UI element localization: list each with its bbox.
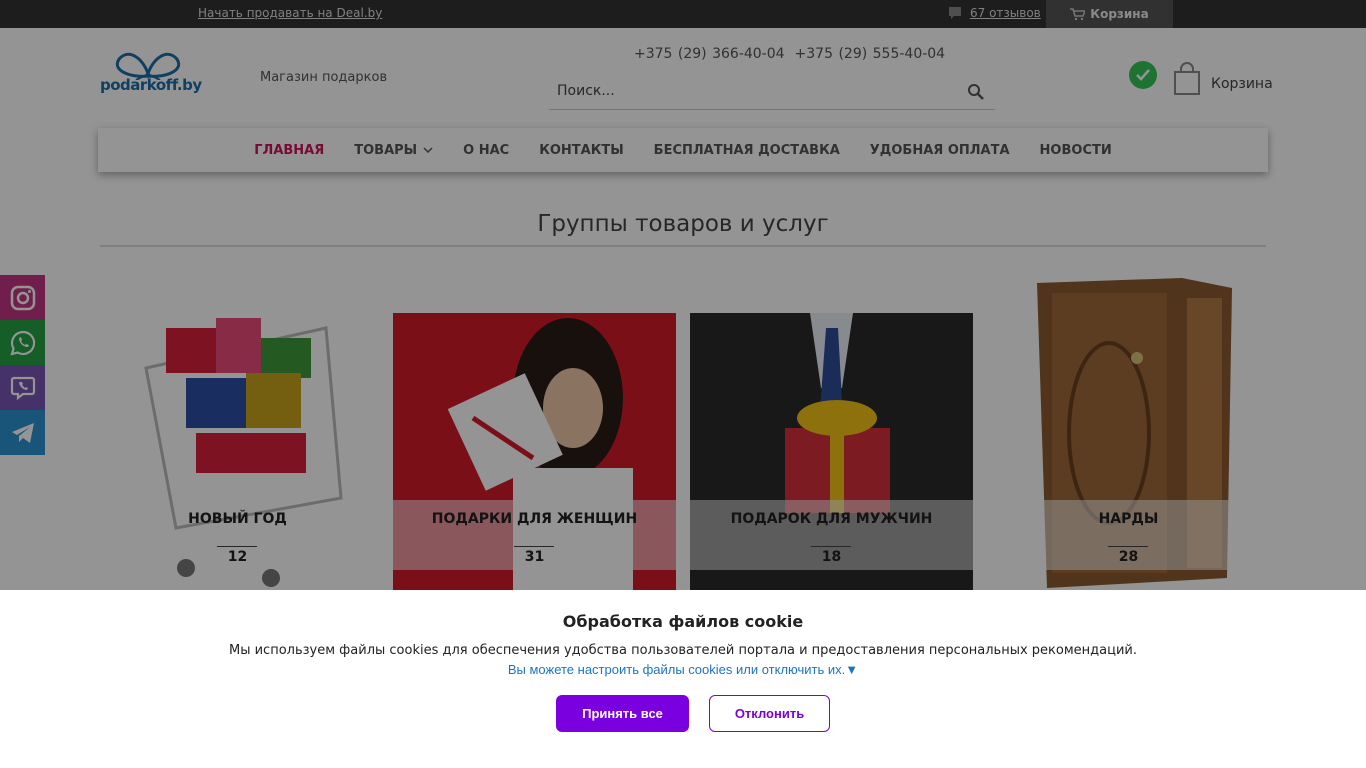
logo-text: podarkoff.by [100,76,202,94]
nav-item-label: Бесплатная доставка [653,142,840,158]
category-separator [1108,546,1148,547]
accept-all-button[interactable]: Принять все [556,695,689,732]
nav-item-label: Главная [254,142,325,158]
phone-number-1[interactable]: +375 (29) 366-40-04 [634,46,785,62]
viber-icon [10,376,35,400]
viber-button[interactable] [0,365,45,410]
telegram-icon [11,422,34,443]
start-selling-link[interactable]: Начать продавать на Deal.by [198,6,382,20]
nav-item-products[interactable]: Товары [354,143,433,158]
section-divider [100,245,1266,247]
category-count: 28 [1118,549,1139,565]
category-card-men[interactable]: Подарок для мужчин 18 [690,268,973,590]
comment-icon [949,7,961,19]
category-separator [217,546,257,547]
cookie-title: Обработка файлов cookie [562,612,804,631]
category-name: Подарки для женщин [431,511,638,527]
nav-item-label: О нас [463,142,510,158]
search-input[interactable] [549,74,949,108]
nav-item-contacts[interactable]: Контакты [539,143,623,158]
top-bar: Начать продавать на Deal.by 67 отзывов К… [0,0,1366,28]
category-overlay: Подарки для женщин 31 [393,500,676,570]
topbar-cart-label: Корзина [1090,7,1149,21]
category-card-backgammon[interactable]: Нарды 28 [987,268,1270,590]
cookie-banner: Обработка файлов cookie Мы используем фа… [0,590,1366,768]
topbar-cart-button[interactable]: Корзина [1046,0,1173,28]
nav-item-label: Контакты [539,142,624,158]
logo[interactable]: podarkoff.by [100,50,202,98]
nav-item-label: Новости [1039,142,1112,158]
nav-item-label: Удобная оплата [869,142,1010,158]
cookie-description: Мы используем файлы cookies для обеспече… [228,643,1137,658]
instagram-icon [10,285,35,310]
nav-item-home[interactable]: Главная [254,143,324,158]
search-box [549,74,995,110]
cart-icon [1070,7,1086,20]
nav-item-label: Товары [354,142,418,158]
nav-item-news[interactable]: Новости [1040,143,1112,158]
main-navigation: Главная Товары О нас Контакты Бесплатная… [98,128,1268,172]
category-count: 18 [821,549,842,565]
instagram-button[interactable] [0,275,45,320]
category-name: Подарок для мужчин [730,511,933,527]
whatsapp-button[interactable] [0,320,45,365]
category-separator [514,546,554,547]
category-count: 31 [524,549,545,565]
category-card-new-year[interactable]: Новый год 12 [96,268,379,590]
category-overlay: Новый год 12 [96,500,379,570]
telegram-button[interactable] [0,410,45,455]
decline-button[interactable]: Отклонить [709,695,830,732]
reviews-link[interactable]: 67 отзывов [948,6,1041,20]
phone-number-2[interactable]: +375 (29) 555-40-04 [795,46,946,62]
nav-item-about[interactable]: О нас [463,143,509,158]
category-card-women[interactable]: Подарки для женщин 31 [393,268,676,590]
category-count: 12 [227,549,248,565]
section-title: Группы товаров и услуг [537,211,829,237]
category-name: Нарды [1098,511,1159,527]
checkmark-icon [1129,61,1157,89]
reviews-link-label: 67 отзывов [970,6,1041,20]
shopping-bag-icon[interactable] [1172,62,1202,100]
category-name: Новый год [188,511,287,527]
search-icon[interactable] [967,83,985,105]
category-overlay: Подарок для мужчин 18 [690,500,973,570]
store-tagline: Магазин подарков [260,70,388,85]
header-cart-label[interactable]: Корзина [1211,76,1273,92]
cookie-settings-link[interactable]: Вы можете настроить файлы cookies или от… [0,662,1366,677]
category-overlay: Нарды 28 [987,500,1270,570]
category-separator [811,546,851,547]
whatsapp-icon [9,330,35,356]
nav-item-delivery[interactable]: Бесплатная доставка [654,143,840,158]
nav-item-payment[interactable]: Удобная оплата [870,143,1010,158]
phone-numbers: +375 (29) 366-40-04 +375 (29) 555-40-04 [634,46,945,62]
chevron-down-icon [423,146,433,153]
